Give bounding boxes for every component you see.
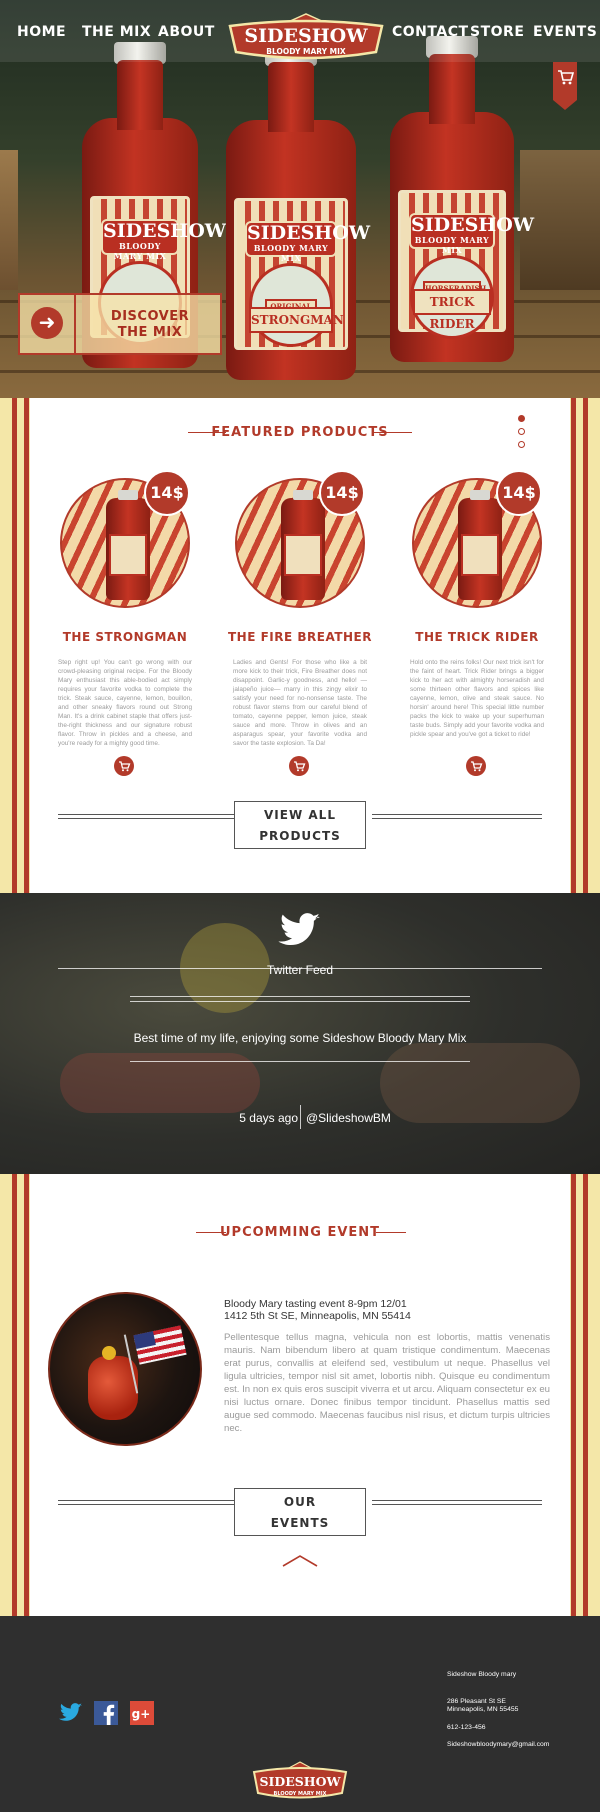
view-all-products-button[interactable]: VIEW ALL PRODUCTS [234, 801, 366, 849]
footer-phone[interactable]: 612-123-456 [447, 1724, 486, 1732]
svg-text:SIDESHOW: SIDESHOW [244, 25, 368, 47]
footer-company: Sideshow Bloody mary [447, 1671, 517, 1678]
add-to-cart-icon[interactable] [466, 756, 486, 776]
tweet-meta-divider [300, 1105, 301, 1129]
add-to-cart-icon[interactable] [114, 756, 134, 776]
nav-home[interactable]: HOME [17, 24, 66, 40]
twitter-bird-icon[interactable] [278, 913, 322, 949]
discover-arrow-box: ➜ [20, 295, 76, 353]
twitter-icon[interactable] [59, 1701, 83, 1725]
footer-street: 286 Pleasant St SE [447, 1698, 506, 1705]
right-stripe-border [570, 398, 600, 893]
twitter-feed-section: Twitter Feed Best time of my life, enjoy… [0, 893, 600, 1174]
product-name[interactable]: THE FIRE BREATHER [215, 630, 385, 644]
svg-text:BLOODY MARY MIX: BLOODY MARY MIX [274, 1791, 327, 1797]
svg-text:SIDESHOW: SIDESHOW [259, 1774, 341, 1789]
product-description: Hold onto the reins folks! Our next tric… [410, 659, 544, 738]
add-to-cart-icon[interactable] [289, 756, 309, 776]
cart-ribbon[interactable] [553, 62, 577, 110]
divider-rule [58, 1500, 234, 1505]
divider-rule [58, 814, 234, 819]
hero-bottle-trick-rider: SIDESHOWBLOODY MARY MIX HORSERADISH TRIC… [390, 36, 534, 362]
chevron-up-icon[interactable] [281, 1554, 319, 1568]
nav-events[interactable]: EVENTS [533, 24, 597, 40]
carousel-dot[interactable] [518, 441, 525, 448]
arrow-right-icon: ➜ [31, 307, 63, 339]
divider-rule [372, 814, 542, 819]
tweet-text: Best time of my life, enjoying some Side… [133, 1031, 467, 1045]
event-address: 1412 5th St SE, Minneapolis, MN 55414 [224, 1310, 411, 1322]
right-stripe-border [570, 1174, 600, 1616]
fence-post [0, 150, 18, 290]
tweet-handle[interactable]: @SlideshowBM [306, 1111, 600, 1125]
price-badge: 14$ [496, 470, 542, 516]
nav-about[interactable]: ABOUT [158, 24, 215, 40]
footer-city: Minneapolis, MN 55455 [447, 1706, 519, 1713]
left-stripe-border [0, 1174, 30, 1616]
left-stripe-border [0, 398, 30, 893]
facebook-icon[interactable] [94, 1701, 118, 1725]
product-description: Step right up! You can't go wrong with o… [58, 659, 192, 747]
nav-store[interactable]: STORE [470, 24, 524, 40]
price-badge: 14$ [144, 470, 190, 516]
discover-label: DISCOVER THE MIX [110, 309, 190, 340]
our-events-button[interactable]: OUR EVENTS [234, 1488, 366, 1536]
carousel-dot[interactable] [518, 428, 525, 435]
nav-contact[interactable]: CONTACT [392, 24, 469, 40]
carousel-dot[interactable] [518, 415, 525, 422]
event-description: Pellentesque tellus magna, vehicula non … [224, 1332, 550, 1434]
twitter-feed-heading: Twitter Feed [266, 963, 334, 977]
sideshow-logo[interactable]: SIDESHOW BLOODY MARY MIX [226, 12, 386, 62]
hero-bottle-strongman: SIDESHOWBLOODY MARY MIX ORIGINAL STRONGM… [226, 44, 370, 380]
sideshow-footer-logo[interactable]: SIDESHOW BLOODY MARY MIX [251, 1760, 349, 1802]
upcoming-event-title: UPCOMMING EVENT [219, 1225, 381, 1240]
event-heading: Bloody Mary tasting event 8-9pm 12/01 14… [224, 1298, 411, 1322]
event-photo[interactable] [48, 1292, 202, 1446]
price-badge: 14$ [319, 470, 365, 516]
carousel-dots [518, 415, 525, 454]
product-name[interactable]: THE STRONGMAN [40, 630, 210, 644]
divider-rule [372, 1500, 542, 1505]
cart-icon [558, 70, 575, 85]
featured-products-title: FEATURED PRODUCTS [211, 425, 389, 440]
tweet-time: 5 days ago [239, 1111, 298, 1125]
hero-banner: SIDESHOW BLOODY MARY MIX SIDESHOW BLOODY M… [0, 0, 600, 398]
svg-text:g+: g+ [132, 1707, 151, 1721]
product-name[interactable]: THE TRICK RIDER [392, 630, 562, 644]
event-name[interactable]: Bloody Mary tasting event 8-9pm 12/01 [224, 1298, 411, 1310]
footer-email[interactable]: Sideshowbloodymary@gmail.com [447, 1741, 549, 1749]
google-plus-icon[interactable]: g+ [130, 1701, 154, 1725]
svg-text:BLOODY MARY MIX: BLOODY MARY MIX [266, 47, 346, 56]
product-description: Ladies and Gents! For those who like a b… [233, 659, 367, 747]
nav-the-mix[interactable]: THE MIX [82, 24, 151, 40]
discover-the-mix-button[interactable]: ➜ DISCOVER THE MIX [18, 293, 222, 355]
